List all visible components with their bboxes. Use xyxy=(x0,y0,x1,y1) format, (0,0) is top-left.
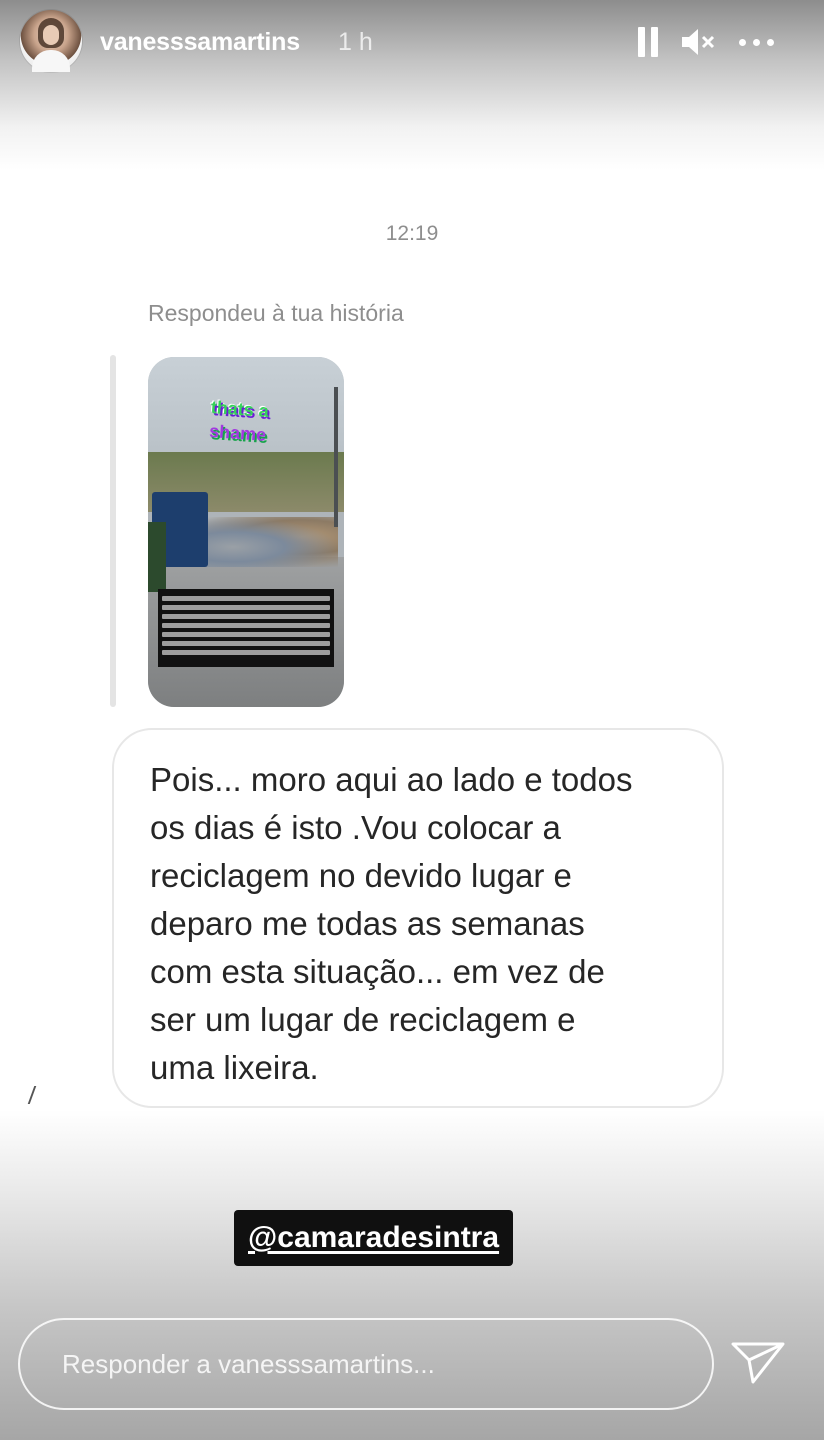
avatar-shirt xyxy=(32,50,70,72)
message-line: com esta situação... em vez de xyxy=(150,953,605,990)
typing-cursor xyxy=(27,1086,40,1104)
thumbnail-pole xyxy=(334,387,338,527)
username[interactable]: vanesssamartins xyxy=(100,28,300,57)
story-header: vanesssamartins 1 h xyxy=(0,0,824,90)
avatar[interactable] xyxy=(20,10,82,72)
reply-input[interactable] xyxy=(18,1318,714,1410)
more-icon[interactable] xyxy=(732,22,780,62)
mention-sticker[interactable]: @camaradesintra xyxy=(234,1210,514,1266)
replied-story-thumbnail[interactable]: thats a shame xyxy=(148,357,344,707)
mute-icon[interactable] xyxy=(678,22,718,62)
message-line: uma lixeira. xyxy=(150,1049,319,1086)
pause-icon[interactable] xyxy=(632,22,664,62)
message-line: deparo me todas as semanas xyxy=(150,905,585,942)
quote-bar xyxy=(110,355,116,707)
message-timestamp: 12:19 xyxy=(385,222,439,245)
message-bubble: Pois... moro aqui ao lado e todos os dia… xyxy=(112,728,724,1108)
story-time-ago: 1 h xyxy=(338,28,373,56)
message-line: ser um lugar de reciclagem e xyxy=(150,1001,576,1038)
message-line: reciclagem no devido lugar e xyxy=(150,857,572,894)
thumbnail-bin-green xyxy=(148,522,166,592)
message-line: Pois... moro aqui ao lado e todos xyxy=(150,761,633,798)
avatar-face xyxy=(43,25,59,45)
sticker-line-2: shame xyxy=(208,420,267,445)
thumbnail-trash xyxy=(188,517,338,567)
story-sticker: thats a shame xyxy=(208,395,270,447)
story-reply-label: Respondeu à tua história xyxy=(148,300,404,326)
send-icon[interactable] xyxy=(728,1336,788,1388)
story-caption-box xyxy=(158,589,334,667)
message-line: os dias é isto .Vou colocar a xyxy=(150,809,561,846)
